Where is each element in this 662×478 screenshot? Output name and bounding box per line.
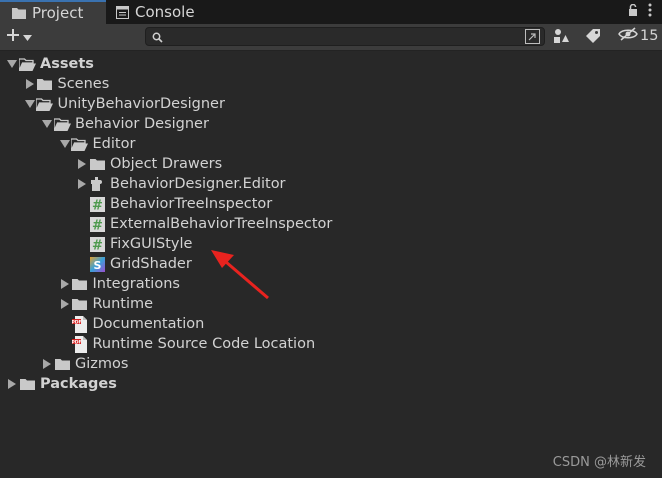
watermark: CSDN @林新发 [552,455,646,470]
annotation-arrow [211,250,269,300]
